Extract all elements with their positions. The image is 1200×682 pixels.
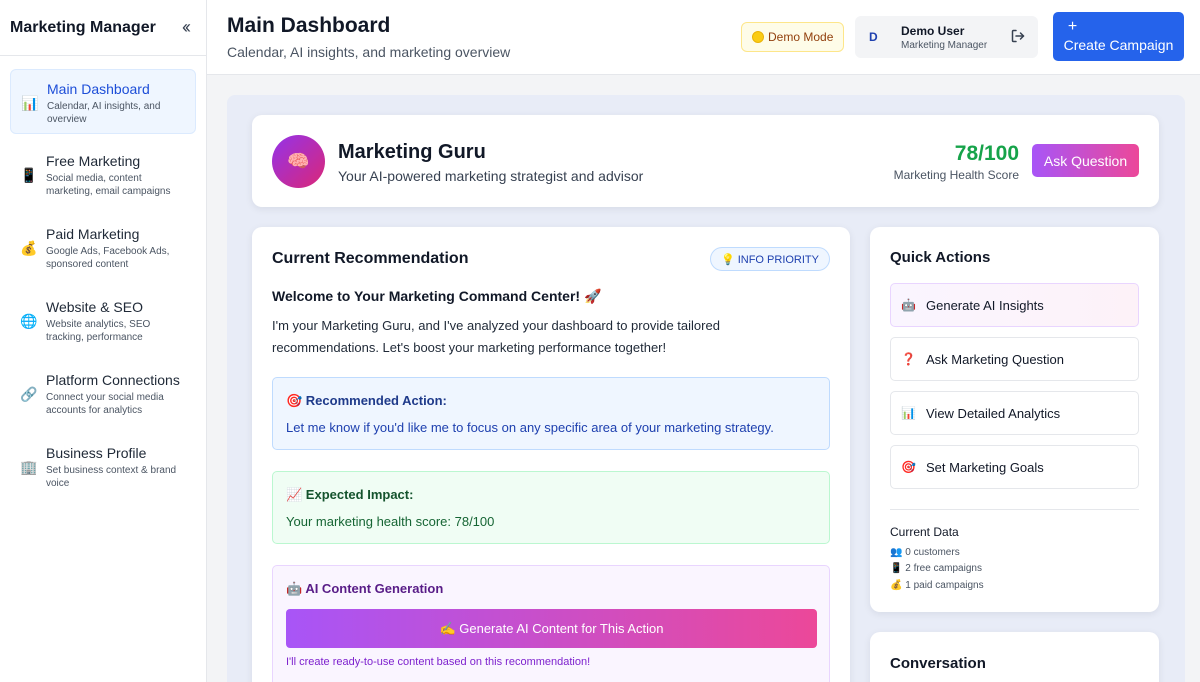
app-brand: Marketing Manager [10,18,156,36]
demo-mode-label: Demo Mode [768,30,834,44]
welcome-heading: Welcome to Your Marketing Command Center… [272,288,602,304]
bar-chart-icon: 📊 [901,406,916,420]
quick-action-label: Set Marketing Goals [926,459,1044,475]
sidebar-item-paid-marketing[interactable]: 💰 Paid Marketing Google Ads, Facebook Ad… [10,215,196,280]
health-score-label: Marketing Health Score [893,168,1019,182]
expected-impact-text: Your marketing health score: 78/100 [286,514,495,529]
logout-icon[interactable] [1010,28,1026,44]
sidebar-item-label: Business Profile [46,445,147,461]
ask-question-button[interactable]: Ask Question [1032,144,1139,177]
recommended-action-box: 🎯 Recommended Action: Let me know if you… [272,377,830,450]
question-mark-icon: ❓ [901,352,916,366]
recommended-action-title: 🎯 Recommended Action: [286,393,447,408]
ai-content-title: 🤖 AI Content Generation [286,581,444,596]
sidebar-item-website-seo[interactable]: 🌐 Website & SEO Website analytics, SEO t… [10,288,196,353]
sidebar-item-label: Website & SEO [46,299,144,315]
sidebar-item-label: Free Marketing [46,153,141,169]
set-marketing-goals-button[interactable]: 🎯 Set Marketing Goals [890,445,1139,489]
priority-badge: 💡 INFO PRIORITY [709,247,830,271]
conversation-title: Conversation [890,655,986,672]
sidebar-item-desc: Connect your social media accounts for a… [46,392,164,416]
conversation-card: Conversation [870,632,1159,682]
avatar: D [869,30,878,44]
guru-title: Marketing Guru [338,141,486,163]
free-campaigns-count: 📱 2 free campaigns [890,563,982,574]
sidebar-item-desc: Social media, content marketing, email c… [46,173,171,197]
quick-actions-card: Quick Actions 🤖 Generate AI Insights ❓ A… [870,227,1159,612]
mobile-phone-icon: 📱 [20,167,38,183]
yellow-dot-icon [752,31,764,43]
create-campaign-button[interactable]: + Create Campaign [1053,12,1184,61]
office-building-icon: 🏢 [20,459,38,475]
sidebar-item-label: Platform Connections [46,372,180,388]
brain-icon: 🧠 [272,135,325,188]
health-score-value: 78/100 [954,142,1019,165]
page-subtitle: Calendar, AI insights, and marketing ove… [227,44,511,60]
customers-count: 👥 0 customers [890,547,960,558]
target-icon: 🎯 [901,460,916,474]
sidebar-item-desc: Set business context & brand voice [46,465,177,489]
generate-ai-content-button[interactable]: ✍️ Generate AI Content for This Action [286,609,817,648]
sidebar-item-desc: Calendar, AI insights, and overview [47,101,161,125]
robot-icon: 🤖 [901,298,916,312]
recommendation-title: Current Recommendation [272,250,469,267]
expected-impact-title: 📈 Expected Impact: [286,487,414,502]
sidebar-item-free-marketing[interactable]: 📱 Free Marketing Social media, content m… [10,142,196,207]
demo-mode-badge: Demo Mode [741,22,845,52]
user-menu[interactable]: D Demo User Marketing Manager [855,16,1038,58]
ask-marketing-question-button[interactable]: ❓ Ask Marketing Question [890,337,1139,381]
sidebar-header: Marketing Manager ‹‹ [0,0,206,56]
expected-impact-box: 📈 Expected Impact: Your marketing health… [272,471,830,544]
current-data-title: Current Data [890,525,959,539]
quick-action-label: Generate AI Insights [926,297,1044,313]
sidebar-item-platform-connections[interactable]: 🔗 Platform Connections Connect your soci… [10,361,196,426]
sidebar-item-desc: Google Ads, Facebook Ads, sponsored cont… [46,246,170,270]
generate-ai-insights-button[interactable]: 🤖 Generate AI Insights [890,283,1139,327]
quick-action-label: Ask Marketing Question [926,351,1065,367]
link-icon: 🔗 [20,386,38,402]
current-recommendation-card: Current Recommendation 💡 INFO PRIORITY W… [252,227,850,682]
sidebar-item-label: Main Dashboard [47,81,150,97]
user-name: Demo User [901,23,965,38]
intro-text: I'm your Marketing Guru, and I've analyz… [272,318,720,355]
top-header: Main Dashboard Calendar, AI insights, an… [207,0,1200,75]
plus-icon: + [1067,18,1078,35]
sidebar-nav: 📊 Main Dashboard Calendar, AI insights, … [0,56,206,499]
quick-actions-title: Quick Actions [890,249,991,266]
user-role: Marketing Manager [901,39,988,51]
sidebar-item-business-profile[interactable]: 🏢 Business Profile Set business context … [10,434,196,499]
view-detailed-analytics-button[interactable]: 📊 View Detailed Analytics [890,391,1139,435]
ai-content-generation-box: 🤖 AI Content Generation ✍️ Generate AI C… [272,565,830,682]
sidebar-item-desc: Website analytics, SEO tracking, perform… [46,319,151,343]
quick-action-label: View Detailed Analytics [926,405,1061,421]
ai-content-note: I'll create ready-to-use content based o… [286,656,591,668]
marketing-guru-card: 🧠 Marketing Guru Your AI-powered marketi… [252,115,1159,207]
sidebar-item-main-dashboard[interactable]: 📊 Main Dashboard Calendar, AI insights, … [10,69,196,134]
sidebar-item-label: Paid Marketing [46,226,140,242]
recommended-action-text: Let me know if you'd like me to focus on… [286,420,774,435]
guru-subtitle: Your AI-powered marketing strategist and… [338,168,644,184]
create-campaign-label: Create Campaign [1063,37,1174,53]
page-title: Main Dashboard [227,14,391,37]
chevron-double-left-icon[interactable]: ‹‹ [182,17,191,38]
money-bag-icon: 💰 [20,240,38,256]
main-content: 🧠 Marketing Guru Your AI-powered marketi… [227,95,1185,682]
bar-chart-icon: 📊 [21,95,39,111]
divider [890,509,1139,510]
sidebar: Marketing Manager ‹‹ 📊 Main Dashboard Ca… [0,0,207,682]
paid-campaigns-count: 💰 1 paid campaigns [890,580,984,591]
globe-icon: 🌐 [20,313,38,329]
